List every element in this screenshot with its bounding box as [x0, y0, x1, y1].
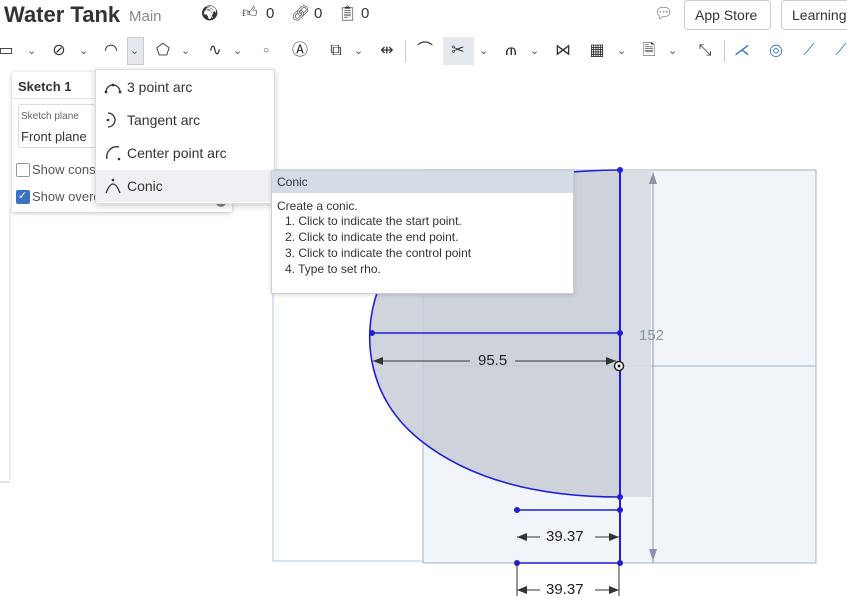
show-constraints-checkbox[interactable] — [16, 163, 30, 177]
chevron-down-icon[interactable]: ⌄ — [233, 38, 242, 64]
sketch-plane-value: Front plane — [21, 129, 87, 144]
thumbs-up-icon[interactable]: 👍︎ — [242, 4, 258, 22]
clipboard-icon[interactable]: 📋︎ — [338, 4, 357, 22]
tooltip-header: Conic — [272, 171, 573, 193]
top-header: Water Tank Main 🌍︎ 👍︎ 0 🔗︎ 0 📋︎ 0 💬︎ App… — [0, 0, 847, 30]
chevron-down-icon[interactable]: ⌄ — [668, 38, 677, 64]
dimension-height-label[interactable]: 152 — [639, 327, 664, 344]
dimension-arrow — [609, 586, 619, 594]
tooltip-step: 1. Click to indicate the start point. — [285, 214, 462, 228]
fillet-tool-icon[interactable]: ⌒ — [414, 38, 436, 64]
toolbar-separator — [724, 40, 725, 62]
tooltip-description: Create a conic. — [277, 199, 358, 213]
show-overdefined-label: Show overd — [32, 189, 101, 204]
sketch-point[interactable] — [617, 330, 623, 336]
dimension-tool-icon[interactable]: ⤡ — [694, 38, 716, 64]
links-count: 0 — [314, 5, 323, 22]
branch-name[interactable]: Main — [129, 8, 162, 25]
conic-icon — [105, 178, 121, 194]
sketch-point[interactable] — [617, 494, 623, 500]
polygon-tool-icon[interactable]: ⬠ — [152, 38, 174, 64]
globe-icon[interactable]: 🌍︎ — [200, 4, 219, 22]
ellipse-tool-icon[interactable]: ⊘ — [48, 38, 70, 64]
concentric-tool-icon[interactable]: ◎ — [765, 38, 787, 64]
sketch-plane-label: Sketch plane — [21, 111, 79, 122]
toolbar-separator — [405, 40, 406, 62]
origin-dot — [617, 364, 621, 368]
spline-tool-icon[interactable]: ∿ — [204, 38, 226, 64]
chevron-down-icon[interactable]: ⌄ — [27, 38, 36, 64]
menu-item-label: Tangent arc — [127, 112, 201, 128]
app-store-button[interactable]: App Store — [684, 0, 771, 30]
text-tool-icon[interactable]: Ⓐ — [289, 38, 311, 64]
tangent-arc-icon — [106, 112, 116, 128]
menu-item-label: Center point arc — [127, 145, 227, 161]
sketch-point[interactable] — [617, 167, 623, 173]
learning-button[interactable]: Learning — [781, 0, 847, 30]
point-tool-icon[interactable]: ○ — [258, 38, 274, 64]
menu-item-tangent-arc[interactable]: Tangent arc — [96, 104, 274, 136]
dimension-width-2-label[interactable]: 39.37 — [546, 581, 584, 598]
three-point-arc-icon — [104, 83, 122, 94]
menu-item-label: Conic — [127, 178, 163, 194]
chevron-down-icon[interactable]: ⌄ — [617, 38, 626, 64]
dimension-arrow — [517, 586, 527, 594]
conic-tooltip: Conic Create a conic. 1. Click to indica… — [271, 170, 574, 294]
pattern-tool-icon[interactable]: ▦ — [586, 38, 608, 64]
chevron-down-icon[interactable]: ⌄ — [530, 38, 539, 64]
arc-tool-menu: 3 point arc Tangent arc Center point arc… — [95, 69, 275, 204]
tooltip-step: 2. Click to indicate the end point. — [285, 230, 459, 244]
dimension-width-1-label[interactable]: 39.37 — [546, 528, 584, 545]
chevron-down-icon[interactable]: ⌄ — [354, 38, 363, 64]
chevron-down-icon[interactable]: ⌄ — [479, 38, 488, 64]
sketch-title: Sketch 1 — [18, 79, 72, 94]
document-title[interactable]: Water Tank — [4, 2, 120, 28]
sketch-point[interactable] — [617, 507, 623, 513]
link-icon[interactable]: 🔗︎ — [291, 4, 310, 22]
tooltip-step: 4. Type to set rho. — [285, 262, 381, 276]
sketch-point[interactable] — [617, 560, 623, 566]
menu-item-center-point-arc[interactable]: Center point arc — [96, 137, 274, 169]
arc-tool-icon[interactable]: ◠ — [100, 38, 122, 64]
trim-tool-icon[interactable]: ✂ — [447, 38, 469, 64]
show-overdefined-checkbox[interactable] — [16, 189, 30, 204]
parallel-tool-icon[interactable]: ⟋ — [798, 38, 820, 64]
chat-icon[interactable]: 💬︎ — [654, 4, 673, 22]
show-constraints-label: Show cons — [32, 162, 96, 177]
coincident-tool-icon[interactable]: ⋌ — [731, 38, 753, 64]
use-tool-icon[interactable]: ⧉ — [325, 38, 347, 64]
center-point-arc-icon — [106, 146, 121, 161]
menu-item-3-point-arc[interactable]: 3 point arc — [96, 71, 274, 103]
mirror-tool-icon[interactable]: ⋈ — [552, 38, 574, 64]
menu-item-label: 3 point arc — [127, 79, 193, 95]
rectangle-tool-icon[interactable]: ▭ — [0, 38, 16, 64]
chevron-down-icon[interactable]: ⌄ — [79, 38, 88, 64]
dxf-import-icon[interactable]: 🗎︎ — [638, 38, 660, 64]
menu-item-conic[interactable]: Conic — [96, 170, 274, 202]
transform-tool-icon[interactable]: ⇹ — [376, 38, 398, 64]
sketch-point[interactable] — [369, 330, 375, 336]
dimension-radius-label[interactable]: 95.5 — [478, 352, 507, 369]
tooltip-title: Conic — [277, 175, 308, 189]
tangent-tool-icon[interactable]: ⟋ — [830, 38, 847, 64]
sketch-point[interactable] — [514, 507, 520, 513]
tooltip-step: 3. Click to indicate the control point — [285, 246, 472, 260]
copies-count: 0 — [361, 5, 370, 22]
chevron-down-icon[interactable]: ⌄ — [130, 38, 139, 64]
chevron-down-icon[interactable]: ⌄ — [181, 38, 190, 64]
likes-count: 0 — [266, 5, 275, 22]
offset-tool-icon[interactable]: ⫙ — [500, 38, 522, 64]
